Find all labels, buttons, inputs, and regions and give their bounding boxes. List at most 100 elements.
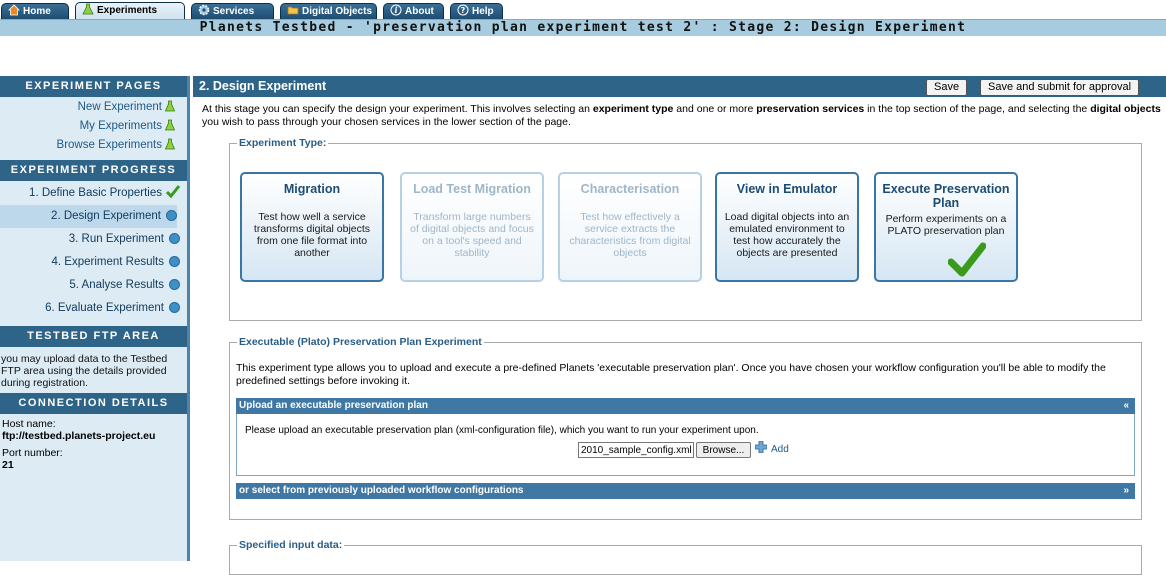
sidebar-link-label: New Experiment — [77, 101, 162, 113]
intro-part: At this stage you can specify the design… — [202, 103, 593, 115]
expand-icon[interactable]: » — [1123, 483, 1129, 499]
flask-icon — [165, 119, 175, 131]
sidebar-link-my-experiments[interactable]: My Experiments — [0, 117, 187, 136]
sidebar-link-browse-experiments[interactable]: Browse Experiments — [0, 136, 187, 155]
add-link[interactable]: Add — [771, 444, 789, 455]
svg-text:?: ? — [461, 6, 466, 15]
progress-step-5[interactable]: 5. Analyse Results — [0, 274, 187, 297]
plus-icon[interactable] — [755, 441, 767, 453]
type-card-desc: Load digital objects into an emulated en… — [724, 211, 850, 259]
progress-step-1[interactable]: 1. Define Basic Properties — [0, 182, 187, 205]
experiment-progress-heading: EXPERIMENT PROGRESS — [0, 160, 187, 181]
sidebar-link-label: My Experiments — [79, 120, 162, 132]
tab-home[interactable]: Home — [1, 3, 69, 19]
upload-panel-title: Upload an executable preservation plan — [239, 400, 428, 411]
progress-dot-icon — [169, 256, 180, 267]
sidebar: EXPERIMENT PAGES New Experiment My Exper… — [0, 76, 187, 561]
type-card-view-in-emulator[interactable]: View in Emulator Load digital objects in… — [715, 172, 859, 282]
tab-experiments[interactable]: Experiments — [75, 2, 185, 19]
sidebar-link-label: Browse Experiments — [56, 139, 162, 151]
type-card-title: Characterisation — [580, 182, 680, 196]
progress-step-label: 2. Design Experiment — [51, 210, 161, 222]
collapse-icon[interactable]: « — [1123, 398, 1129, 414]
type-card-desc: Perform experiments on a PLATO preservat… — [885, 213, 1007, 237]
select-panel-header[interactable]: or select from previously uploaded workf… — [236, 483, 1135, 499]
tab-about[interactable]: i About — [383, 3, 444, 19]
progress-dot-icon — [169, 279, 180, 290]
svg-text:i: i — [394, 5, 397, 15]
tab-about-label: About — [405, 6, 434, 17]
input-data-legend: Specified input data: — [237, 539, 345, 551]
folder-icon — [287, 6, 299, 15]
info-icon: i — [390, 4, 402, 16]
progress-step-4[interactable]: 4. Experiment Results — [0, 251, 187, 274]
type-card-load-test-migration[interactable]: Load Test Migration Transform large numb… — [400, 172, 544, 282]
experiment-type-box: Experiment Type: Migration Test how well… — [229, 137, 1142, 321]
intro-bold: experiment type — [592, 103, 674, 115]
browse-button[interactable]: Browse... — [696, 442, 751, 458]
checkmark-icon — [166, 185, 180, 198]
sidebar-link-new-experiment[interactable]: New Experiment — [0, 98, 187, 117]
type-card-title: View in Emulator — [736, 182, 838, 196]
plan-experiment-legend: Executable (Plato) Preservation Plan Exp… — [237, 336, 484, 348]
progress-step-label: 3. Run Experiment — [68, 233, 164, 245]
type-card-title: Load Test Migration — [413, 182, 531, 196]
progress-step-label: 4. Experiment Results — [51, 256, 165, 268]
flask-icon — [165, 100, 175, 112]
main-heading: 2. Design Experiment — [199, 79, 327, 93]
select-panel-title: or select from previously uploaded workf… — [239, 485, 524, 496]
experiment-pages-heading: EXPERIMENT PAGES — [0, 76, 187, 97]
progress-step-label: 1. Define Basic Properties — [29, 187, 162, 199]
intro-bold: preservation services — [756, 103, 865, 115]
intro-part: you wish to pass through your chosen ser… — [202, 116, 571, 128]
tab-digital-objects[interactable]: Digital Objects — [280, 3, 377, 19]
type-card-characterisation[interactable]: Characterisation Test how effectively a … — [558, 172, 702, 282]
experiment-type-legend: Experiment Type: — [237, 137, 329, 149]
connection-details-heading: CONNECTION DETAILS — [0, 393, 187, 414]
progress-step-label: 6. Evaluate Experiment — [45, 302, 164, 314]
type-card-execute-preservation-plan[interactable]: Execute Preservation Plan Perform experi… — [874, 172, 1018, 282]
tab-help-label: Help — [472, 6, 494, 17]
page-title: Planets Testbed - 'preservation plan exp… — [0, 19, 1166, 36]
save-submit-button[interactable]: Save and submit for approval — [980, 79, 1140, 96]
tab-help[interactable]: ? Help — [450, 3, 503, 19]
plan-description: This experiment type allows you to uploa… — [236, 362, 1106, 387]
plan-experiment-box: Executable (Plato) Preservation Plan Exp… — [229, 336, 1142, 520]
host-label: Host name: — [2, 418, 56, 430]
type-card-migration[interactable]: Migration Test how well a service transf… — [240, 172, 384, 282]
flask-icon — [82, 3, 94, 15]
progress-step-2[interactable]: 2. Design Experiment — [0, 205, 177, 228]
file-path-input[interactable] — [578, 442, 694, 458]
progress-step-3[interactable]: 3. Run Experiment — [0, 228, 187, 251]
upload-instructions: Please upload an executable preservation… — [245, 425, 759, 436]
flask-icon — [165, 138, 175, 150]
type-card-title: Migration — [283, 182, 341, 196]
connection-details: Host name: ftp://testbed.planets-project… — [0, 414, 187, 475]
type-card-title: Execute Preservation Plan — [882, 182, 1010, 210]
progress-dot-icon — [166, 210, 177, 221]
ftp-area-text: you may upload data to the Testbed FTP a… — [1, 353, 168, 389]
port-label: Port number: — [2, 447, 63, 459]
main-header: 2. Design Experiment Save Save and submi… — [193, 76, 1166, 97]
tab-experiments-label: Experiments — [97, 5, 158, 16]
input-data-box: Specified input data: — [229, 539, 1142, 575]
progress-step-6[interactable]: 6. Evaluate Experiment — [0, 297, 187, 320]
upload-panel-header[interactable]: Upload an executable preservation plan « — [236, 398, 1135, 414]
port-value: 21 — [2, 459, 14, 471]
intro-part: in the top section of the page, and sele… — [864, 103, 1091, 115]
save-button[interactable]: Save — [926, 79, 968, 96]
top-navigation: Home Experiments Services Digital Object… — [0, 0, 1166, 19]
type-card-desc: Transform large numbers of digital objec… — [410, 211, 534, 259]
ftp-area-heading: TESTBED FTP AREA — [0, 326, 187, 347]
upload-panel-body: Please upload an executable preservation… — [236, 414, 1135, 476]
intro-part: and one or more — [673, 103, 757, 115]
help-icon: ? — [457, 4, 469, 16]
home-icon — [8, 4, 20, 16]
tab-home-label: Home — [23, 6, 51, 17]
intro-text: At this stage you can specify the design… — [202, 103, 1162, 129]
tab-services[interactable]: Services — [191, 3, 274, 19]
progress-dot-icon — [169, 302, 180, 313]
host-value: ftp://testbed.planets-project.eu — [2, 430, 156, 442]
checkmark-icon — [948, 242, 986, 277]
progress-dot-icon — [169, 233, 180, 244]
